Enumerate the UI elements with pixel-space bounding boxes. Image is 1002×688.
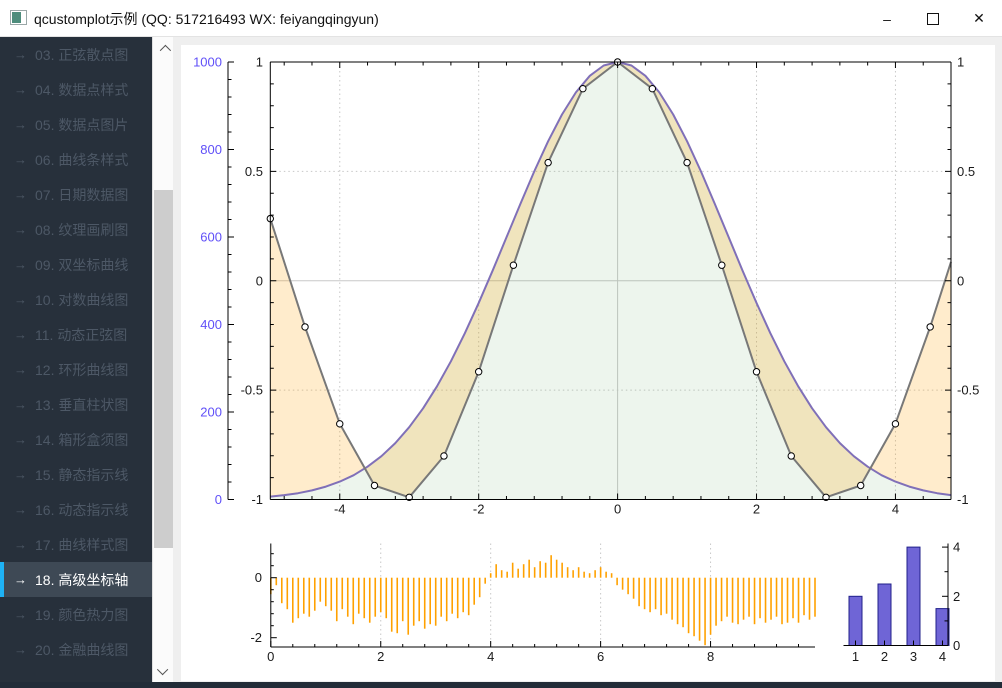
svg-text:1: 1 — [256, 55, 263, 70]
svg-text:1000: 1000 — [193, 55, 222, 70]
svg-text:200: 200 — [200, 405, 222, 420]
svg-text:0: 0 — [267, 649, 274, 664]
window-bottom-edge — [0, 682, 1002, 688]
svg-text:-2: -2 — [250, 630, 262, 645]
svg-text:4: 4 — [487, 649, 494, 664]
application-window: qcustomplot示例 (QQ: 517216493 WX: feiyang… — [0, 0, 1002, 688]
svg-text:4: 4 — [939, 649, 946, 664]
svg-text:-4: -4 — [334, 502, 346, 517]
svg-text:6: 6 — [597, 649, 604, 664]
svg-text:0: 0 — [255, 570, 262, 585]
svg-text:800: 800 — [200, 142, 222, 157]
svg-text:0: 0 — [614, 502, 621, 517]
svg-text:8: 8 — [707, 649, 714, 664]
svg-text:0.5: 0.5 — [245, 164, 263, 179]
svg-text:-2: -2 — [473, 502, 485, 517]
svg-text:2: 2 — [377, 649, 384, 664]
svg-text:0: 0 — [256, 273, 263, 288]
plot-canvas[interactable]: -4-202410.50-0.5-110.50-0.5-110008006004… — [0, 0, 1002, 688]
svg-text:600: 600 — [200, 230, 222, 245]
svg-text:-0.5: -0.5 — [957, 383, 979, 398]
svg-text:4: 4 — [953, 540, 960, 555]
svg-text:3: 3 — [910, 649, 917, 664]
svg-text:0: 0 — [215, 492, 222, 507]
svg-text:0: 0 — [957, 273, 964, 288]
svg-text:400: 400 — [200, 317, 222, 332]
svg-text:0.5: 0.5 — [957, 164, 975, 179]
svg-text:2: 2 — [881, 649, 888, 664]
svg-text:-1: -1 — [957, 492, 969, 507]
svg-text:0: 0 — [953, 638, 960, 653]
svg-text:4: 4 — [892, 502, 899, 517]
svg-text:2: 2 — [953, 589, 960, 604]
svg-text:2: 2 — [753, 502, 760, 517]
svg-text:1: 1 — [852, 649, 859, 664]
svg-text:-1: -1 — [251, 492, 263, 507]
svg-text:1: 1 — [957, 55, 964, 70]
svg-text:-0.5: -0.5 — [241, 383, 263, 398]
